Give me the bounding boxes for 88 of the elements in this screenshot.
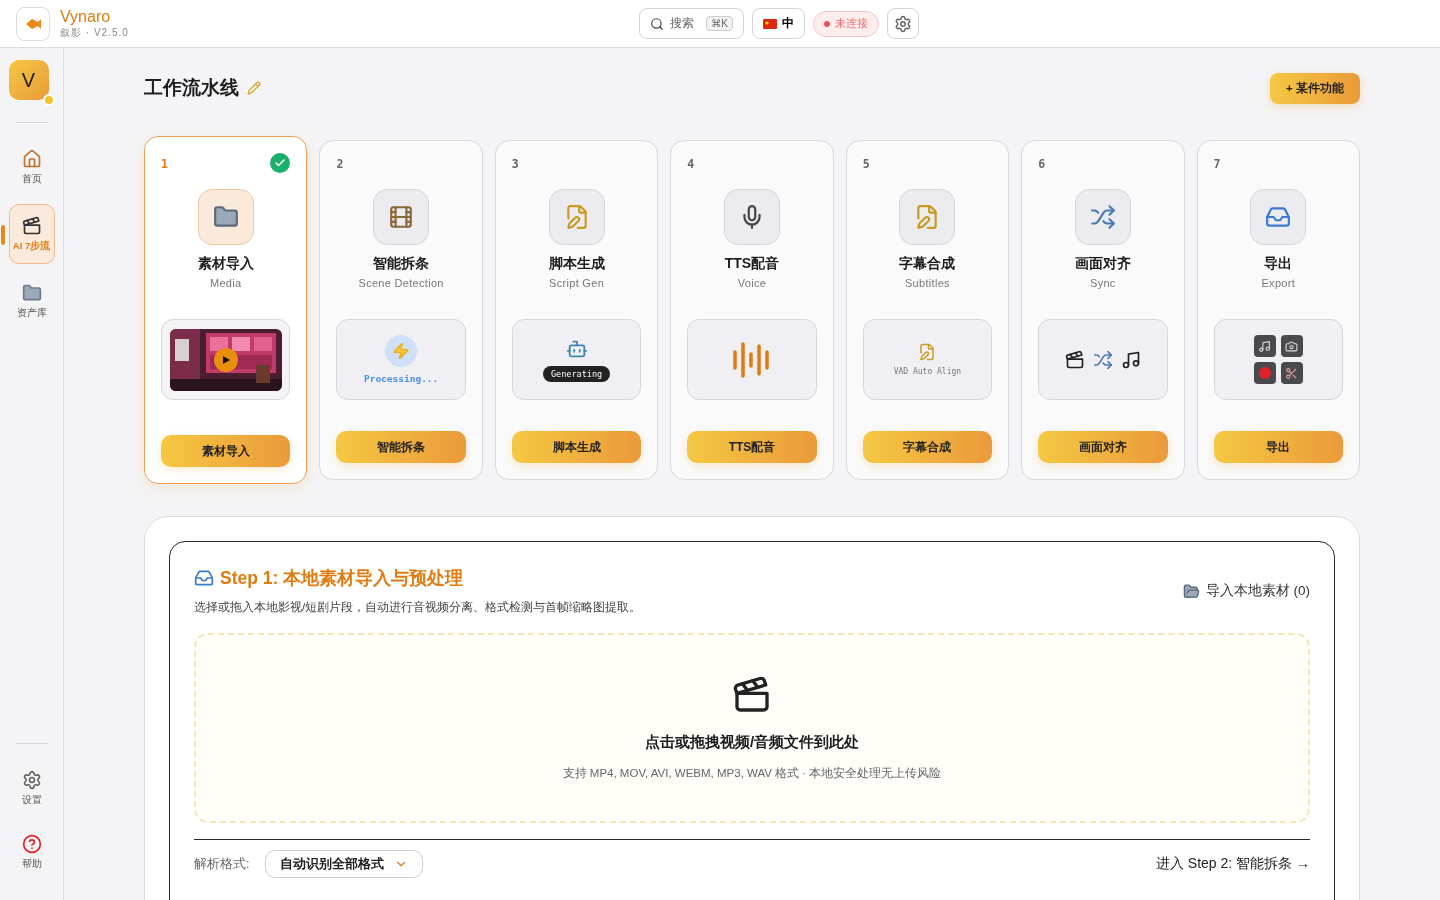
step-title: 字幕合成 (899, 255, 956, 273)
drop-title: 点击或拖拽视频/音频文件到此处 (644, 733, 860, 752)
active-indicator (0, 225, 5, 245)
step-card[interactable]: 3 脚本生成 Script Gen Generating 脚本生成 (494, 140, 659, 480)
folder-icon (212, 204, 239, 230)
clapperboard-icon (732, 675, 772, 715)
import-link[interactable]: 导入本地素材 (0) (1182, 582, 1310, 600)
flag-icon (763, 18, 777, 29)
step-card[interactable]: 6 画面对齐 Sync 画面对齐 (1021, 140, 1185, 480)
film-icon (388, 204, 415, 230)
help-icon (21, 833, 42, 854)
step-card[interactable]: 1 素材导入 Media 素材导入 (144, 136, 308, 484)
processing-status: Processing... (363, 373, 439, 384)
step-button[interactable]: 画面对齐 (1038, 431, 1168, 463)
feature-button[interactable]: + 某件功能 (1270, 72, 1360, 104)
format-label: 解析格式: (194, 855, 250, 873)
settings-icon (21, 769, 42, 790)
step-button[interactable]: 脚本生成 (511, 431, 642, 463)
pencil-note-icon (918, 343, 937, 361)
inbox-icon (1265, 204, 1292, 230)
search-icon (650, 16, 664, 31)
step-number: 5 (862, 157, 870, 173)
lightning-icon (385, 335, 418, 367)
step-title: 脚本生成 (548, 255, 605, 273)
logo-icon[interactable] (16, 6, 50, 41)
step-subtitle: Media (209, 277, 242, 289)
step-title: 画面对齐 (1074, 255, 1131, 273)
sidebar-item[interactable]: 资产库 (8, 274, 55, 328)
step-number: 4 (687, 157, 695, 173)
folder-icon (21, 282, 42, 303)
step-number: 3 (511, 157, 519, 173)
sidebar-item[interactable]: 设置 (8, 761, 55, 815)
step-card[interactable]: 7 导出 Export 导出 (1196, 140, 1360, 480)
step-subtitle: Script Gen (549, 277, 605, 289)
home-icon (21, 148, 42, 169)
step-button[interactable]: 字幕合成 (862, 431, 993, 463)
sidebar-item[interactable]: 首页 (8, 140, 55, 194)
app-name: Vynaro (60, 7, 112, 26)
step-title: 导出 (1264, 255, 1293, 273)
connection-status: 未连接 (813, 10, 879, 37)
step-number: 7 (1213, 157, 1221, 173)
step-number: 1 (161, 157, 168, 173)
shuffle-icon (1092, 349, 1113, 370)
step-number: 6 (1038, 157, 1046, 173)
step-heading: Step 1: 本地素材导入与预处理 (220, 567, 464, 590)
clapperboard-icon (21, 215, 42, 236)
step-button[interactable]: 素材导入 (161, 435, 291, 467)
step-subtitle: Sync (1090, 277, 1116, 289)
step-subtitle: Export (1261, 277, 1296, 289)
step-number: 2 (336, 157, 344, 173)
vad-label: VAD Auto Align (893, 367, 962, 376)
drop-hint: 支持 MP4, MOV, AVI, WEBM, MP3, WAV 格式 · 本地安全处理无上传风险 (562, 766, 942, 781)
step-title: 素材导入 (197, 255, 254, 273)
step-button[interactable]: 导出 (1213, 431, 1343, 463)
record-icon (1253, 362, 1276, 384)
shuffle-icon (1089, 204, 1116, 230)
page-title: 工作流水线 (144, 76, 239, 100)
step-title: TTS配音 (724, 255, 780, 273)
app-version: 叙影 · V2.5.0 (60, 25, 129, 40)
language-button[interactable]: 中 (752, 8, 805, 39)
step-card[interactable]: 4 TTS配音 Voice TTS配音 (670, 140, 834, 480)
play-icon (220, 354, 231, 365)
avatar[interactable]: V (8, 60, 49, 100)
step-card[interactable]: 2 智能拆条 Scene Detection Processing... 智能拆条 (319, 140, 483, 480)
generating-badge: Generating (542, 365, 611, 382)
step-button[interactable]: 智能拆条 (336, 431, 466, 463)
sidebar-item[interactable]: 帮助 (8, 825, 55, 879)
next-step-link[interactable]: 进入 Step 2: 智能拆条 → (1155, 855, 1310, 873)
step-card[interactable]: 5 字幕合成 Subtitles VAD Auto Align 字幕合成 (845, 140, 1010, 480)
step-subtitle: Subtitles (904, 277, 950, 289)
step-title: 智能拆条 (373, 255, 430, 273)
search-button[interactable]: 搜索 ⌘K (639, 8, 744, 39)
inbox-icon (194, 568, 214, 588)
step-button[interactable]: TTS配音 (687, 431, 817, 463)
settings-button[interactable] (887, 8, 919, 39)
music-icon (1120, 349, 1141, 370)
step-subtitle: Voice (737, 277, 767, 289)
step-subtitle: Scene Detection (358, 277, 444, 289)
folder-icon (1182, 582, 1200, 600)
music-icon (1253, 335, 1276, 357)
drop-zone[interactable]: 点击或拖拽视频/音频文件到此处 支持 MP4, MOV, AVI, WEBM, MP3, WAV 格式 · 本地安全处理无上传风险 (194, 633, 1310, 823)
scissors-icon (1280, 362, 1303, 384)
step-description: 选择或拖入本地影视/短剧片段，自动进行音视频分离、格式检测与首帧缩略图提取。 (194, 600, 642, 615)
clapperboard-icon (1064, 349, 1085, 370)
camera-icon (1280, 335, 1303, 357)
format-select[interactable]: 自动识别全部格式 (265, 850, 424, 878)
waveform-icon (733, 339, 771, 380)
settings-icon (894, 14, 912, 33)
